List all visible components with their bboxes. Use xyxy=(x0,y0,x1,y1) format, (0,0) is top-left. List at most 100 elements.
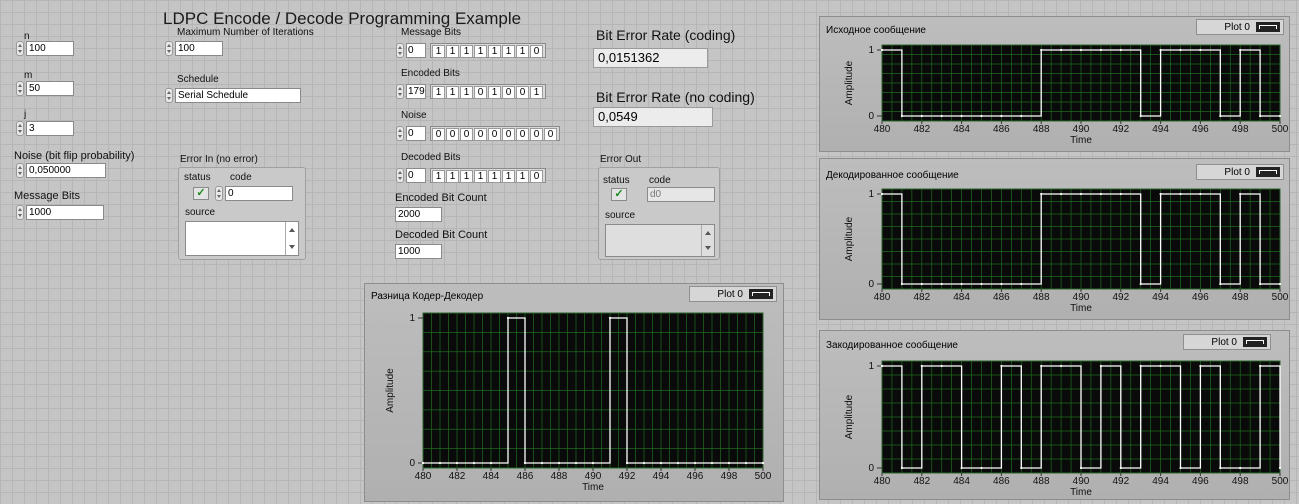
array-cell[interactable]: 0 xyxy=(432,128,445,141)
array-cell[interactable]: 0 xyxy=(474,86,487,99)
msg-bits-array[interactable]: 0 11111110 xyxy=(396,42,546,59)
msg-bits-cells[interactable]: 11111110 xyxy=(430,43,546,58)
array-cell[interactable]: 1 xyxy=(460,86,473,99)
array-cell[interactable]: 1 xyxy=(446,170,459,183)
schedule-ring[interactable]: Serial Schedule xyxy=(175,88,301,103)
m-spinner[interactable] xyxy=(16,81,24,96)
array-cell[interactable]: 0 xyxy=(488,128,501,141)
n-control[interactable]: 100 xyxy=(16,41,74,56)
array-cell[interactable]: 0 xyxy=(530,128,543,141)
j-control[interactable]: 3 xyxy=(16,121,74,136)
array-cell[interactable]: 0 xyxy=(544,128,557,141)
error-out-source-field xyxy=(605,224,715,257)
msg-bits-index-spinner[interactable] xyxy=(396,43,404,58)
array-cell[interactable]: 1 xyxy=(516,45,529,58)
x-tick-label: 484 xyxy=(483,471,500,482)
x-tick-label: 500 xyxy=(1272,292,1289,303)
array-cell[interactable]: 1 xyxy=(516,170,529,183)
data-point xyxy=(1079,48,1083,52)
graph-svg: 480 482 484 486 488 490 492 494 496 498 500 0 1 Time A… xyxy=(844,360,1289,498)
data-point xyxy=(523,461,527,465)
array-cell[interactable]: 1 xyxy=(530,86,543,99)
enc-bits-index-spinner[interactable] xyxy=(396,84,404,99)
noise-index-spinner[interactable] xyxy=(396,126,404,141)
noise-prob-spinner[interactable] xyxy=(16,163,24,178)
enc-bits-array[interactable]: 179 11101001 xyxy=(396,83,546,100)
error-in-code-control[interactable]: 0 xyxy=(215,186,293,201)
max-iter-control[interactable]: 100 xyxy=(165,41,223,56)
data-point xyxy=(960,282,963,286)
array-cell[interactable]: 0 xyxy=(502,128,515,141)
error-in-source-field[interactable] xyxy=(185,221,299,256)
dec-bits-array[interactable]: 0 11111110 xyxy=(396,167,546,184)
n-spinner[interactable] xyxy=(16,41,24,56)
graph-svg: 480 482 484 486 488 490 492 494 496 498 500 0 1 Time A… xyxy=(844,44,1289,146)
array-cell[interactable]: 0 xyxy=(460,128,473,141)
array-cell[interactable]: 0 xyxy=(530,170,543,183)
data-point xyxy=(1259,282,1262,286)
m-field[interactable]: 50 xyxy=(26,81,74,96)
j-field[interactable]: 3 xyxy=(26,121,74,136)
enc-bits-index[interactable]: 179 xyxy=(406,84,426,99)
noise-array[interactable]: 0 000000000 xyxy=(396,125,560,142)
x-tick-label: 480 xyxy=(874,292,891,303)
error-in-status-check-icon[interactable]: ✓ xyxy=(193,187,209,200)
array-cell[interactable]: 1 xyxy=(432,45,445,58)
schedule-ring-spinner[interactable] xyxy=(165,88,173,103)
message-bits-spinner[interactable] xyxy=(16,205,24,220)
array-cell[interactable]: 0 xyxy=(516,86,529,99)
j-spinner[interactable] xyxy=(16,121,24,136)
message-bits-control[interactable]: 1000 xyxy=(16,205,104,220)
msg-bits-index[interactable]: 0 xyxy=(406,43,426,58)
data-point xyxy=(591,461,595,465)
noise-prob-control[interactable]: 0,050000 xyxy=(16,163,106,178)
array-cell[interactable]: 1 xyxy=(446,45,459,58)
array-cell[interactable]: 1 xyxy=(460,45,473,58)
error-in-code-spinner[interactable] xyxy=(215,186,223,201)
array-cell[interactable]: 1 xyxy=(446,86,459,99)
noise-index[interactable]: 0 xyxy=(406,126,426,141)
noise-cells[interactable]: 000000000 xyxy=(430,126,560,141)
noise-prob-field[interactable]: 0,050000 xyxy=(26,163,106,178)
ber-coding-label: Bit Error Rate (coding) xyxy=(596,27,736,43)
array-cell[interactable]: 0 xyxy=(516,128,529,141)
array-cell[interactable]: 0 xyxy=(530,45,543,58)
max-iter-field[interactable]: 100 xyxy=(175,41,223,56)
array-cell[interactable]: 1 xyxy=(432,86,445,99)
schedule-control[interactable]: Serial Schedule xyxy=(165,88,301,103)
data-point xyxy=(920,364,923,368)
y-axis-label: Amplitude xyxy=(844,60,855,105)
dec-bits-cells[interactable]: 11111110 xyxy=(430,168,546,183)
enc-bits-cells[interactable]: 11101001 xyxy=(430,84,546,99)
array-cell[interactable]: 1 xyxy=(502,45,515,58)
array-cell[interactable]: 1 xyxy=(488,86,501,99)
error-in-code-field[interactable]: 0 xyxy=(225,186,293,201)
dec-bits-index[interactable]: 0 xyxy=(406,168,426,183)
array-cell[interactable]: 1 xyxy=(474,45,487,58)
max-iter-spinner[interactable] xyxy=(165,41,173,56)
n-field[interactable]: 100 xyxy=(26,41,74,56)
array-cell[interactable]: 1 xyxy=(460,170,473,183)
x-tick-label: 494 xyxy=(1152,476,1169,487)
array-cell[interactable]: 0 xyxy=(446,128,459,141)
dec-bits-index-spinner[interactable] xyxy=(396,168,404,183)
data-point xyxy=(1278,282,1282,286)
array-cell[interactable]: 1 xyxy=(474,170,487,183)
error-in-source-scrollbar[interactable] xyxy=(285,222,298,255)
data-point xyxy=(1278,466,1282,470)
y-axis-label: Amplitude xyxy=(844,216,855,261)
data-point xyxy=(1139,114,1142,118)
message-bits-field[interactable]: 1000 xyxy=(26,205,104,220)
array-cell[interactable]: 1 xyxy=(488,45,501,58)
m-control[interactable]: 50 xyxy=(16,81,74,96)
data-point xyxy=(1000,364,1003,368)
array-cell[interactable]: 1 xyxy=(432,170,445,183)
array-cell[interactable]: 1 xyxy=(502,170,515,183)
error-out-source-label: source xyxy=(605,210,636,221)
array-cell[interactable]: 1 xyxy=(488,170,501,183)
data-point xyxy=(1099,364,1102,368)
msg-bits-array-label: Message Bits xyxy=(401,27,462,38)
array-cell[interactable]: 0 xyxy=(474,128,487,141)
array-cell[interactable]: 0 xyxy=(502,86,515,99)
error-out-source-scrollbar[interactable] xyxy=(701,225,714,256)
